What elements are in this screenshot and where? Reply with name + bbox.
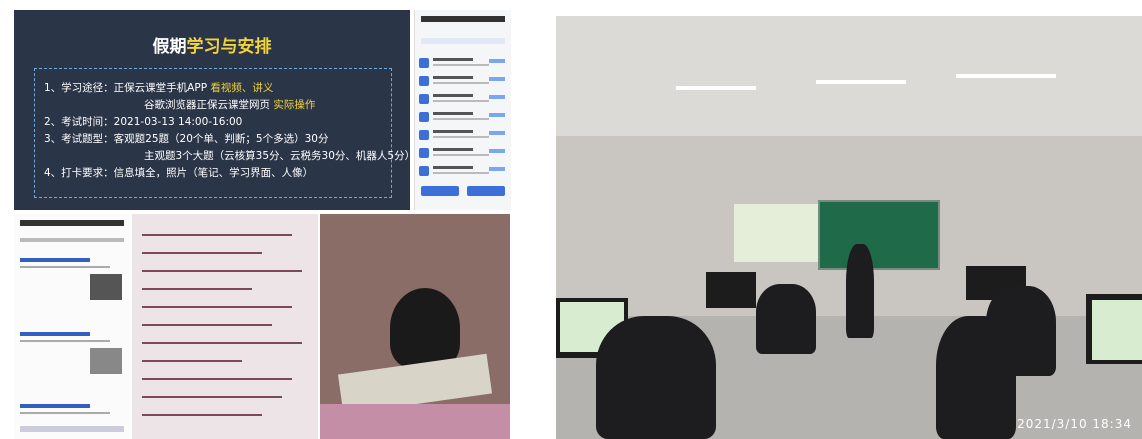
list-item: [419, 94, 507, 108]
list-item: [419, 148, 507, 162]
slide-line-1: 1、学习途径：正保云课堂手机APP 看视频、讲义: [44, 82, 274, 94]
teacher: [846, 244, 874, 338]
list-item: [419, 76, 507, 90]
study-plan-slide: 假期学习与安排 1、学习途径：正保云课堂手机APP 看视频、讲义 谷歌浏览器正保…: [14, 10, 415, 210]
slide-line-4: 3、考试题型：客观题25题（20个单、判断；5个多选）30分: [44, 133, 329, 145]
slide-line-5: 主观题3个大题（云核算35分、云税务30分、机器人5分）: [144, 150, 416, 162]
feed-thumbnail: [90, 274, 122, 300]
feed-thumbnail: [90, 348, 122, 374]
app-screenshot-feed: [14, 214, 130, 439]
phone-tabs: [20, 238, 124, 242]
list-item: [419, 58, 507, 72]
computer-monitor: [706, 272, 756, 308]
slide-title-prefix: 假期: [152, 37, 187, 57]
slide-line-3: 2、考试时间：2021-03-13 14:00-16:00: [44, 116, 243, 128]
phone-button-right: [467, 186, 505, 196]
monitor-screen: [1092, 300, 1142, 360]
list-item: [419, 130, 507, 144]
feed-item: [20, 404, 124, 414]
projector-screen: [734, 204, 818, 262]
classroom-photo: 2021/3/10 18:34: [556, 16, 1142, 439]
list-item: [419, 112, 507, 126]
handwritten-notes-photo: [132, 214, 318, 439]
student-silhouette: [390, 288, 460, 368]
slide-title-highlight: 学习与安排: [186, 37, 272, 57]
phone-status-bar: [20, 220, 124, 226]
phone-button-left: [421, 186, 459, 196]
feed-item: [20, 258, 124, 268]
student: [596, 316, 716, 439]
student-studying-photo: [320, 214, 510, 439]
list-item: [419, 166, 507, 180]
student: [756, 284, 816, 354]
phone-tabs: [421, 38, 505, 44]
student: [936, 316, 1016, 439]
slide-line-6: 4、打卡要求：信息填全，照片（笔记、学习界面、人像）: [44, 167, 314, 179]
slide-line-2: 谷歌浏览器正保云课堂网页 实际操作: [144, 99, 316, 111]
photo-timestamp: 2021/3/10 18:34: [1017, 417, 1132, 431]
bedding: [320, 404, 510, 439]
blackboard: [818, 200, 940, 270]
phone-bottom-nav: [20, 426, 124, 432]
app-screenshot-list: [414, 10, 511, 210]
feed-item: [20, 332, 124, 342]
phone-status-bar: [421, 16, 505, 22]
slide-title: 假期学习与安排: [14, 32, 410, 57]
ceiling: [556, 16, 1142, 136]
